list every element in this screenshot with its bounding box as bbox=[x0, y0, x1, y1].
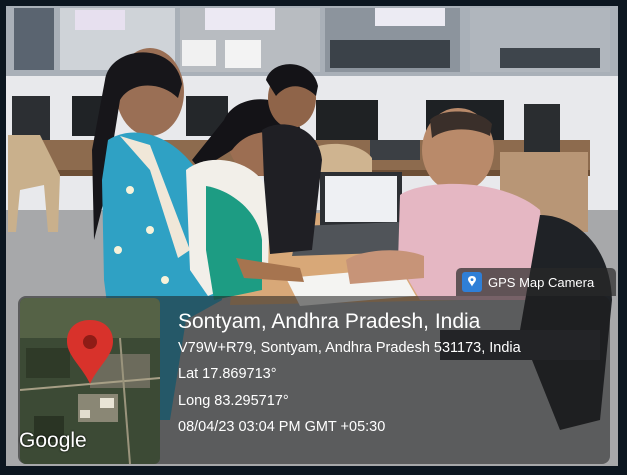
timestamp-readout: 08/04/23 03:04 PM GMT +05:30 bbox=[178, 419, 386, 435]
address-line: V79W+R79, Sontyam, Andhra Pradesh 531173… bbox=[178, 340, 521, 356]
longitude-readout: Long 83.295717° bbox=[178, 393, 289, 409]
map-pin-app-icon bbox=[462, 272, 482, 292]
app-tag-label: GPS Map Camera bbox=[488, 274, 595, 290]
location-title: Sontyam, Andhra Pradesh, India bbox=[178, 310, 481, 333]
latitude-readout: Lat 17.869713° bbox=[178, 366, 277, 382]
google-logo: Google bbox=[19, 429, 87, 452]
gps-map-camera-tag: GPS Map Camera bbox=[456, 268, 616, 296]
photo-frame: Google GPS Map Camera Sontyam, Andhra Pr… bbox=[0, 0, 627, 475]
